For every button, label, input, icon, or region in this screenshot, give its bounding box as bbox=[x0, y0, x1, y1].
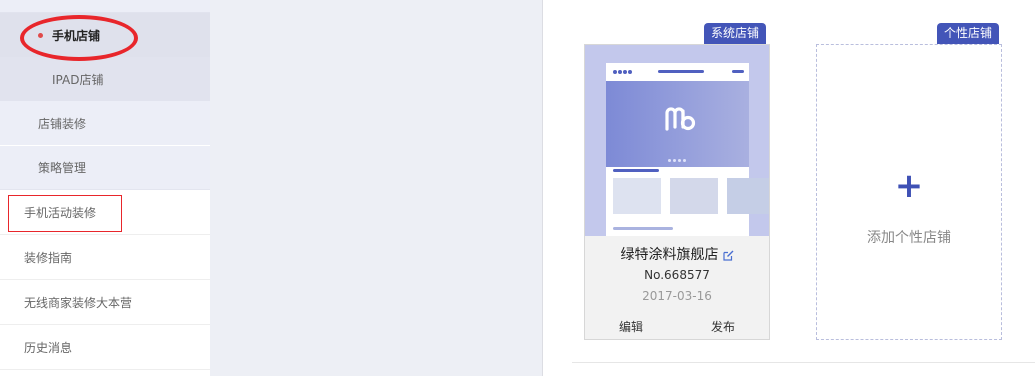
sidebar-item-label: 手机活动装修 bbox=[24, 206, 97, 220]
carousel-dot bbox=[683, 159, 686, 162]
plus-icon: + bbox=[894, 166, 924, 206]
sidebar-item-shop-decoration[interactable]: 店铺装修 bbox=[0, 101, 210, 145]
active-dot bbox=[38, 32, 43, 38]
sidebar-item-label: 装修指南 bbox=[24, 251, 73, 265]
add-custom-shop-label: 添加个性店铺 bbox=[867, 230, 951, 246]
sidebar-item-camp[interactable]: 无线商家装修大本营 bbox=[0, 281, 210, 325]
menu-dot bbox=[623, 70, 627, 74]
content-gap bbox=[210, 0, 542, 376]
sidebar-item-ipad-shop[interactable]: IPAD店铺 bbox=[0, 57, 210, 101]
sidebar-top-item[interactable] bbox=[0, 0, 210, 13]
shop-name-row: 绿特涂料旗舰店 bbox=[585, 244, 769, 264]
sidebar-item-history[interactable]: 历史消息 bbox=[0, 326, 210, 370]
menu-dot bbox=[628, 70, 632, 74]
section-heading-line bbox=[613, 169, 659, 172]
phone-mockup bbox=[606, 63, 769, 236]
edit-button[interactable]: 编辑 bbox=[619, 318, 643, 335]
sidebar-item-mobile-activity[interactable]: 手机活动装修 bbox=[0, 191, 210, 235]
custom-shop-badge: 个性店铺 bbox=[937, 23, 1000, 44]
sidebar-item-label: 无线商家装修大本营 bbox=[24, 296, 133, 310]
sidebar: 手机店铺 IPAD店铺 店铺装修 策略管理 手机活动装修 装修指南 无线商家装修… bbox=[0, 0, 210, 376]
title-bar-line bbox=[732, 70, 744, 73]
title-bar-line bbox=[658, 70, 704, 73]
system-shop-badge: 系统店铺 bbox=[704, 23, 767, 44]
product-tile bbox=[670, 178, 718, 214]
shop-name: 绿特涂料旗舰店 bbox=[620, 247, 719, 263]
publish-button[interactable]: 发布 bbox=[711, 318, 735, 335]
shop-date: 2017-03-16 bbox=[642, 289, 712, 303]
sidebar-item-label: IPAD店铺 bbox=[52, 72, 104, 87]
sidebar-item-guide[interactable]: 装修指南 bbox=[0, 236, 210, 280]
product-tile bbox=[727, 178, 769, 214]
edit-icon[interactable] bbox=[722, 250, 734, 261]
shop-number: No.668577 bbox=[644, 268, 710, 282]
divider bbox=[572, 362, 1035, 363]
carousel-dot bbox=[673, 159, 676, 162]
mobile-logo-icon bbox=[665, 107, 696, 131]
carousel-dot bbox=[678, 159, 681, 162]
carousel-dot bbox=[668, 159, 671, 162]
sidebar-item-mobile-shop[interactable]: 手机店铺 bbox=[0, 13, 210, 57]
add-custom-shop-button[interactable]: + 添加个性店铺 bbox=[816, 44, 1002, 340]
menu-dot bbox=[613, 70, 617, 74]
sidebar-item-label: 店铺装修 bbox=[38, 116, 87, 131]
product-tile bbox=[613, 178, 661, 214]
sidebar-item-label: 手机店铺 bbox=[52, 28, 101, 43]
hero-banner bbox=[606, 81, 749, 167]
section-heading-line bbox=[613, 227, 673, 230]
phone-status-bar bbox=[606, 63, 749, 81]
shop-card[interactable]: 绿特涂料旗舰店 No.668577 2017-03-16 编辑 发布 bbox=[584, 44, 770, 340]
shop-info: 绿特涂料旗舰店 No.668577 2017-03-16 编辑 发布 bbox=[585, 236, 769, 339]
sidebar-item-strategy[interactable]: 策略管理 bbox=[0, 146, 210, 190]
menu-dot bbox=[618, 70, 622, 74]
sidebar-item-label: 历史消息 bbox=[24, 341, 73, 355]
shop-preview[interactable] bbox=[585, 45, 769, 236]
sidebar-item-label: 策略管理 bbox=[38, 161, 87, 175]
